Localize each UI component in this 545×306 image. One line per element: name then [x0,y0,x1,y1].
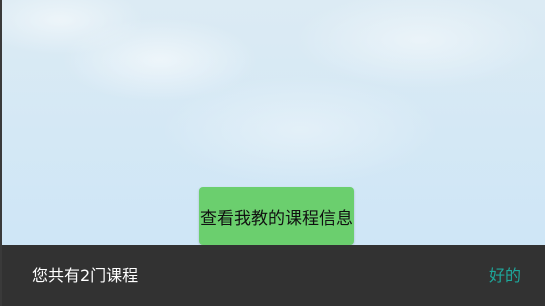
app-screen: 查看我教的课程信息 您共有2门课程 好的 [0,0,545,306]
snackbar: 您共有2门课程 好的 [2,245,545,306]
snackbar-message: 您共有2门课程 [32,266,139,285]
view-my-courses-button[interactable]: 查看我教的课程信息 [199,187,354,245]
snackbar-ok-button[interactable]: 好的 [489,245,521,306]
